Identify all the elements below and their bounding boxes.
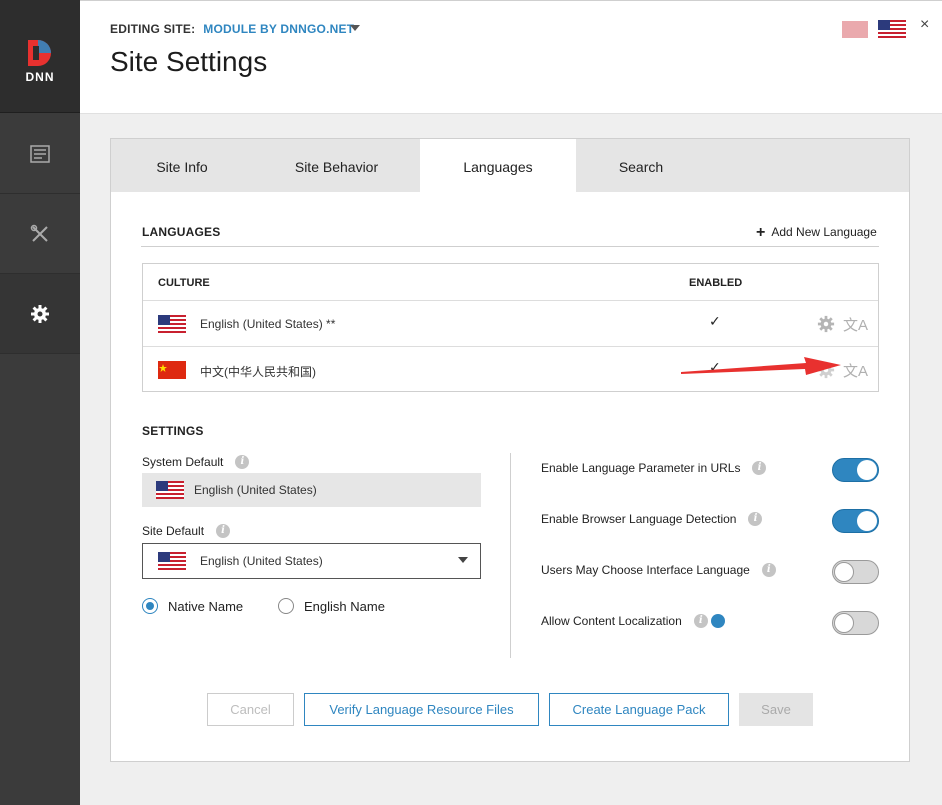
- brand-text: DNN: [25, 70, 55, 84]
- settings-section-title: SETTINGS: [142, 424, 204, 438]
- language-name: English (United States) **: [200, 317, 336, 331]
- toggle-text: Allow Content Localization: [541, 614, 682, 628]
- info-icon[interactable]: i: [748, 512, 763, 526]
- toggle-browser-detection[interactable]: [832, 509, 879, 533]
- editing-site[interactable]: EDITING SITE: MODULE BY DNNGO.NET: [110, 22, 360, 36]
- add-new-language-button[interactable]: + Add New Language: [756, 223, 877, 241]
- radio-unselected-icon: [278, 597, 294, 614]
- toggle-content-localization[interactable]: [832, 611, 879, 635]
- vertical-divider: [510, 453, 511, 658]
- toggle-label-browser-detection: Enable Browser Language Detection i: [541, 512, 763, 526]
- tools-icon: [30, 224, 48, 242]
- toggle-knob: [857, 511, 877, 531]
- info-icon[interactable]: i: [693, 614, 708, 628]
- toggle-knob: [834, 562, 854, 582]
- table-header: CULTURE ENABLED: [143, 264, 878, 301]
- system-default-text: System Default: [142, 455, 224, 469]
- us-flag-icon: [156, 481, 184, 499]
- us-flag-icon[interactable]: [878, 20, 906, 38]
- toggle-knob: [834, 613, 854, 633]
- sidebar-item-content[interactable]: [0, 114, 80, 194]
- site-default-value: English (United States): [200, 554, 323, 568]
- china-flag-icon[interactable]: [842, 21, 868, 38]
- english-name-label: English Name: [304, 599, 385, 614]
- content-icon: [30, 144, 50, 163]
- system-default-field: English (United States): [142, 473, 481, 507]
- chevron-down-icon[interactable]: [350, 25, 360, 31]
- language-name: 中文(中华人民共和国): [200, 365, 316, 379]
- gear-icon[interactable]: [817, 315, 835, 333]
- cancel-button[interactable]: Cancel: [207, 693, 294, 726]
- china-flag-icon: [158, 361, 186, 379]
- toggle-label-interface-language: Users May Choose Interface Language i: [541, 563, 776, 577]
- sidebar-item-settings[interactable]: [0, 274, 80, 354]
- toggle-language-param[interactable]: [832, 458, 879, 482]
- us-flag-icon: [158, 315, 186, 333]
- close-icon[interactable]: ×: [920, 16, 929, 34]
- red-arrow-annotation-icon: [681, 357, 841, 375]
- tab-search[interactable]: Search: [576, 139, 706, 192]
- toggle-text: Users May Choose Interface Language: [541, 563, 750, 577]
- page-title: Site Settings: [110, 46, 268, 77]
- header: EDITING SITE: MODULE BY DNNGO.NET Site Se…: [80, 0, 942, 114]
- create-language-pack-button[interactable]: Create Language Pack: [549, 693, 729, 726]
- native-name-radio[interactable]: Native Name: [142, 597, 244, 616]
- save-button[interactable]: Save: [739, 693, 813, 726]
- english-name-radio[interactable]: English Name: [278, 597, 385, 616]
- site-name[interactable]: MODULE BY DNNGO.NET: [203, 22, 354, 36]
- system-default-value: English (United States): [194, 483, 317, 497]
- radio-selected-icon: [142, 597, 158, 614]
- toggle-label-language-param: Enable Language Parameter in URLs i: [541, 461, 767, 475]
- plus-icon: +: [756, 224, 766, 241]
- native-name-label: Native Name: [168, 599, 244, 614]
- toggle-text: Enable Browser Language Detection: [541, 512, 737, 526]
- toggle-interface-language[interactable]: [832, 560, 879, 584]
- divider: [141, 246, 879, 247]
- table-row: English (United States) ** ✓ 文A: [143, 301, 878, 347]
- system-default-label: System Default i: [142, 455, 250, 469]
- tab-languages[interactable]: Languages: [420, 139, 576, 192]
- toggle-text: Enable Language Parameter in URLs: [541, 461, 741, 475]
- tab-site-info[interactable]: Site Info: [111, 139, 253, 192]
- info-icon[interactable]: i: [752, 461, 767, 475]
- column-enabled: ENABLED: [689, 277, 743, 289]
- globe-icon[interactable]: [710, 614, 725, 628]
- column-culture: CULTURE: [158, 277, 210, 289]
- dnn-logo[interactable]: DNN: [0, 0, 80, 113]
- info-icon[interactable]: i: [216, 524, 231, 538]
- translate-icon[interactable]: 文A: [843, 314, 868, 335]
- sidebar-item-tools[interactable]: [0, 194, 80, 274]
- tab-bar: Site Info Site Behavior Languages Search: [111, 139, 909, 192]
- add-new-language-label: Add New Language: [771, 225, 877, 239]
- chevron-down-icon: [458, 557, 468, 563]
- toggle-label-content-localization: Allow Content Localization i: [541, 614, 725, 628]
- info-icon[interactable]: i: [761, 563, 776, 577]
- editing-site-label: EDITING SITE:: [110, 22, 196, 36]
- settings-card: Site Info Site Behavior Languages Search…: [110, 138, 910, 762]
- header-topline: [80, 0, 942, 8]
- gear-icon: [31, 304, 49, 323]
- site-default-label: Site Default i: [142, 524, 231, 538]
- tab-site-behavior[interactable]: Site Behavior: [253, 139, 420, 192]
- sidebar: DNN: [0, 0, 80, 805]
- enabled-check-icon: ✓: [709, 313, 721, 329]
- site-default-text: Site Default: [142, 524, 205, 538]
- toggle-knob: [857, 460, 877, 480]
- languages-section-title: LANGUAGES: [142, 225, 221, 239]
- info-icon[interactable]: i: [235, 455, 250, 469]
- verify-language-resource-files-button[interactable]: Verify Language Resource Files: [304, 693, 539, 726]
- site-default-select[interactable]: English (United States): [142, 543, 481, 579]
- translate-icon[interactable]: 文A: [843, 360, 868, 381]
- dnn-logo-icon: [28, 40, 51, 66]
- us-flag-icon: [158, 552, 186, 570]
